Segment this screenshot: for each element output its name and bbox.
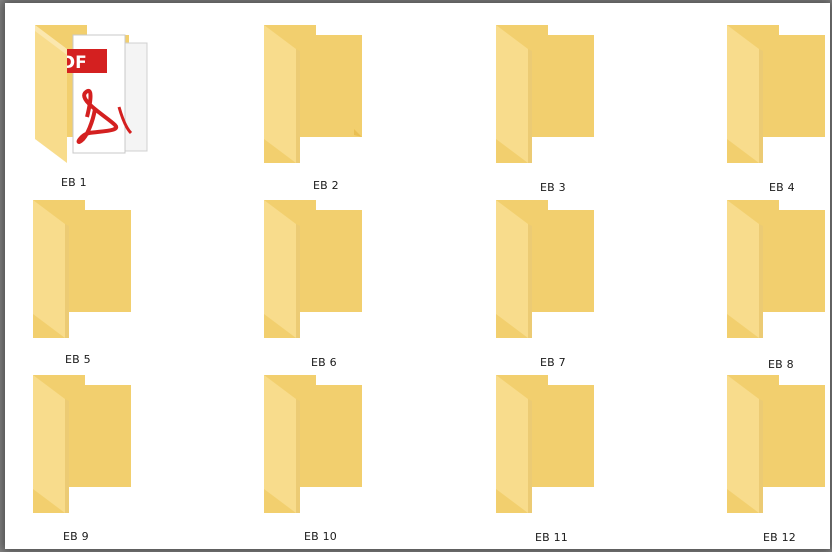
folder-icon (27, 371, 157, 521)
folder-icon (258, 371, 388, 521)
folder-icon (721, 196, 830, 346)
folder-icon (258, 196, 388, 346)
folder-label: EB 3 (540, 181, 566, 194)
folder-eb-1[interactable]: DF EB 1 (27, 21, 177, 191)
folder-label: EB 9 (63, 530, 89, 543)
folder-icon (258, 21, 388, 171)
folder-label: EB 2 (313, 179, 339, 192)
folder-eb-3[interactable]: EB 3 (490, 21, 640, 194)
folder-icon (27, 196, 157, 346)
folder-label: EB 7 (540, 356, 566, 369)
folder-eb-8[interactable]: EB 8 (721, 196, 830, 371)
folder-eb-10[interactable]: EB 10 (258, 371, 408, 543)
folder-icon (721, 21, 830, 171)
folder-label: EB 1 (61, 176, 87, 189)
folder-icon (490, 371, 620, 521)
folder-label: EB 8 (768, 358, 794, 371)
folder-eb-11[interactable]: EB 11 (490, 371, 640, 544)
folder-label: EB 11 (535, 531, 568, 544)
folder-eb-4[interactable]: EB 4 (721, 21, 830, 194)
folder-eb-2[interactable]: EB 2 (258, 21, 408, 192)
folder-label: EB 5 (65, 353, 91, 366)
folder-eb-9[interactable]: EB 9 (27, 371, 177, 543)
folder-eb-6[interactable]: EB 6 (258, 196, 408, 369)
folder-label: EB 12 (763, 531, 796, 544)
folder-label: EB 10 (304, 530, 337, 543)
folder-icon (490, 21, 620, 171)
folder-label: EB 6 (311, 356, 337, 369)
folder-eb-12[interactable]: EB 12 (721, 371, 830, 544)
folder-icon (490, 196, 620, 346)
pdf-folder-icon: DF (27, 21, 157, 171)
folder-icon (721, 371, 830, 521)
folder-eb-5[interactable]: EB 5 (27, 196, 177, 366)
folder-eb-7[interactable]: EB 7 (490, 196, 640, 369)
folder-label: EB 4 (769, 181, 795, 194)
file-explorer-window: DF EB 1 EB 2 EB 3 EB 4 EB 5 EB 6 EB 7 EB… (5, 3, 830, 549)
